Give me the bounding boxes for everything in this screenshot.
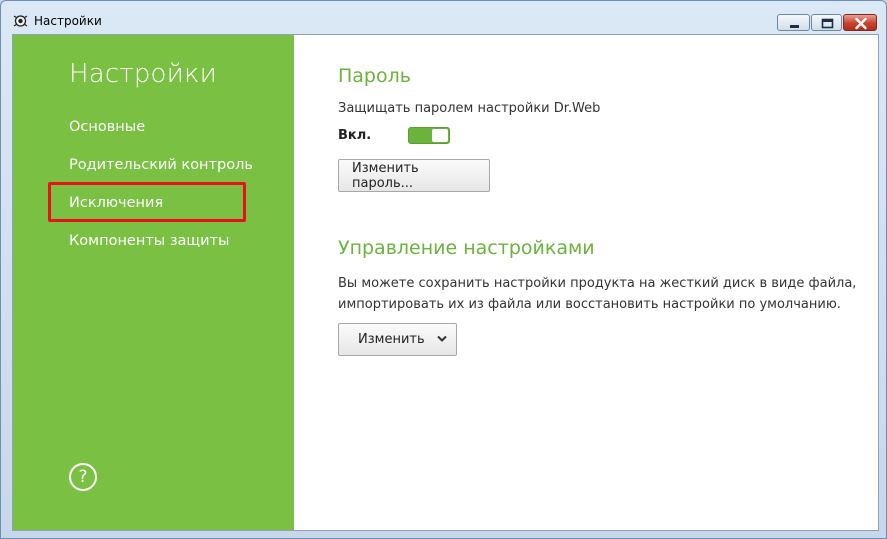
title-bar[interactable]: Настройки bbox=[1, 1, 886, 33]
close-icon bbox=[855, 17, 867, 30]
password-toggle-label: Вкл. bbox=[338, 128, 372, 143]
password-toggle[interactable] bbox=[408, 127, 450, 144]
settings-management-title: Управление настройками bbox=[338, 237, 595, 259]
minimize-button[interactable] bbox=[777, 14, 810, 31]
settings-description-line-2: импортировать их из файла или восстанови… bbox=[338, 297, 841, 312]
nav-item-exclusions[interactable]: Исключения bbox=[69, 195, 163, 211]
change-password-button[interactable]: Изменить пароль... bbox=[338, 159, 490, 192]
change-settings-dropdown[interactable]: Изменить bbox=[338, 323, 457, 356]
nav-item-parental-control[interactable]: Родительский контроль bbox=[69, 157, 253, 173]
change-settings-label: Изменить bbox=[358, 332, 425, 347]
main-content: Пароль Защищать паролем настройки Dr.Web… bbox=[338, 35, 878, 530]
window-title: Настройки bbox=[34, 14, 102, 28]
maximize-button[interactable] bbox=[811, 14, 842, 31]
client-area: Настройки Основные Родительский контроль… bbox=[12, 34, 879, 531]
sidebar: Настройки Основные Родительский контроль… bbox=[13, 35, 294, 530]
settings-window: Настройки Настройки Основные Родительски… bbox=[0, 0, 887, 539]
close-button[interactable] bbox=[843, 14, 877, 31]
password-section-title: Пароль bbox=[338, 65, 411, 87]
maximize-icon bbox=[821, 18, 834, 29]
sidebar-title: Настройки bbox=[69, 59, 217, 89]
nav-item-general[interactable]: Основные bbox=[69, 119, 145, 135]
nav-item-protection-components[interactable]: Компоненты защиты bbox=[69, 233, 229, 249]
toggle-knob bbox=[432, 129, 448, 142]
help-icon[interactable]: ? bbox=[69, 463, 97, 491]
drweb-spider-icon bbox=[13, 15, 28, 27]
minimize-icon bbox=[790, 25, 799, 28]
settings-description-line-1: Вы можете сохранить настройки продукта н… bbox=[338, 276, 857, 291]
chevron-down-icon bbox=[437, 335, 447, 342]
settings-management-description: Вы можете сохранить настройки продукта н… bbox=[338, 273, 858, 315]
password-description: Защищать паролем настройки Dr.Web bbox=[338, 101, 601, 116]
